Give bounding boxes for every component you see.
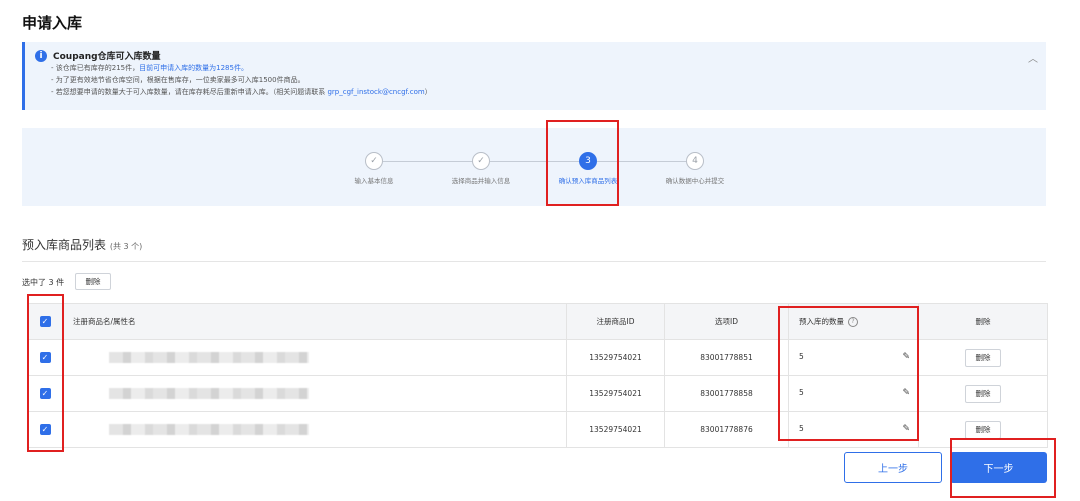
column-header-delete: 删除: [918, 303, 1048, 340]
page-title: 申请入库: [22, 14, 83, 32]
step-connector: [383, 161, 481, 162]
option-id-cell: 83001778858: [664, 375, 789, 412]
notice-line: - 为了更有效地节省仓库空间，根据在售库存，一位卖家最多可入库1500件商品。: [51, 75, 305, 85]
row-delete-button[interactable]: 删除: [965, 420, 1001, 439]
table-row: ✓ 13529754021 83001778876 5 ✎ 删除: [27, 411, 1048, 448]
notice-line: - 若您想要申请的数量大于可入库数量，请在库存耗尽后重新申请入库。（相关问题请联…: [51, 87, 432, 97]
table-row: ✓ 13529754021 83001778851 5 ✎ 删除: [27, 339, 1048, 376]
step-4-label: 确认数据中心并提交: [665, 177, 725, 185]
notice-line-text: - 该仓库已有库存的215件，: [51, 64, 140, 72]
step-1-check-icon: ✓: [365, 152, 383, 170]
product-id-cell: 13529754021: [566, 411, 665, 448]
table-header-row: ✓ 注册商品名/属性名 注册商品ID 选项ID 预入库的数量? 删除: [27, 303, 1048, 340]
chevron-up-icon[interactable]: ︿: [1028, 50, 1038, 65]
row-checkbox[interactable]: ✓: [39, 388, 51, 399]
selected-count: 选中了 3 件: [22, 278, 65, 287]
next-step-button[interactable]: 下一步: [950, 452, 1047, 483]
step-4-marker: 4: [686, 152, 704, 170]
section-title-text: 预入库商品列表: [22, 238, 107, 252]
product-table: ✓ 注册商品名/属性名 注册商品ID 选项ID 预入库的数量? 删除 ✓ 135…: [27, 303, 1048, 448]
pencil-icon[interactable]: ✎: [902, 388, 910, 398]
notice-line-text: - 为了更有效地节省仓库空间，根据在售库存，一位卖家最多可入库1500件商品。: [51, 76, 305, 84]
delete-cell: 删除: [918, 375, 1048, 412]
pencil-icon[interactable]: ✎: [902, 352, 910, 362]
section-count: (共 3 个): [109, 242, 143, 251]
product-id-cell: 13529754021: [566, 339, 665, 376]
contact-email-link[interactable]: grp_cgf_instock@cncgf.com: [327, 88, 424, 96]
product-id-cell: 13529754021: [566, 375, 665, 412]
product-name-cell: [62, 411, 567, 448]
column-header-name: 注册商品名/属性名: [62, 303, 567, 340]
column-header-product-id: 注册商品ID: [566, 303, 665, 340]
select-all-checkbox[interactable]: ✓: [39, 316, 51, 327]
quantity-header-text: 预入库的数量: [799, 317, 844, 326]
blurred-product-name: [109, 352, 309, 363]
info-icon: i: [35, 50, 47, 62]
product-name-cell: [62, 375, 567, 412]
help-icon[interactable]: ?: [848, 317, 858, 327]
notice-line: - 该仓库已有库存的215件，目前可申请入库的数量为1285件。: [51, 63, 248, 73]
bulk-delete-button[interactable]: 删除: [75, 273, 111, 290]
quantity-value: 5: [799, 352, 804, 361]
row-delete-button[interactable]: 删除: [965, 384, 1001, 403]
notice-line-highlight: 目前可申请入库的数量为1285件。: [139, 64, 248, 72]
row-checkbox-cell[interactable]: ✓: [27, 375, 63, 412]
quantity-value: 5: [799, 388, 804, 397]
row-delete-button[interactable]: 删除: [965, 348, 1001, 367]
notice-line-text: ）: [424, 88, 432, 96]
notice-title: Coupang仓库可入库数量: [53, 52, 161, 62]
blurred-product-name: [109, 424, 309, 435]
step-3-marker: 3: [579, 152, 597, 170]
step-2-label: 选择商品并输入信息: [451, 177, 511, 185]
blurred-product-name: [109, 388, 309, 399]
row-checkbox[interactable]: ✓: [39, 352, 51, 363]
option-id-cell: 83001778851: [664, 339, 789, 376]
pencil-icon[interactable]: ✎: [902, 424, 910, 434]
column-header-quantity: 预入库的数量?: [788, 303, 919, 340]
step-3-label: 确认预入库商品列表: [558, 177, 618, 185]
column-header-option-id: 选项ID: [664, 303, 789, 340]
quantity-cell[interactable]: 5 ✎: [788, 411, 919, 448]
step-connector: [490, 161, 588, 162]
step-indicator: ✓ 输入基本信息 ✓ 选择商品并输入信息 3 确认预入库商品列表 4 确认数据中…: [22, 128, 1046, 206]
step-connector: [597, 161, 695, 162]
row-checkbox-cell[interactable]: ✓: [27, 411, 63, 448]
select-all-cell[interactable]: ✓: [27, 303, 63, 340]
delete-cell: 删除: [918, 339, 1048, 376]
quantity-cell[interactable]: 5 ✎: [788, 375, 919, 412]
quantity-value: 5: [799, 424, 804, 433]
previous-step-button[interactable]: 上一步: [844, 452, 942, 483]
quantity-cell[interactable]: 5 ✎: [788, 339, 919, 376]
step-1-label: 输入基本信息: [354, 177, 394, 185]
product-name-cell: [62, 339, 567, 376]
notice-line-text: - 若您想要申请的数量大于可入库数量，请在库存耗尽后重新申请入库。（相关问题请联…: [51, 88, 328, 96]
divider: [22, 261, 1046, 262]
option-id-cell: 83001778876: [664, 411, 789, 448]
table-row: ✓ 13529754021 83001778858 5 ✎ 删除: [27, 375, 1048, 412]
delete-cell: 删除: [918, 411, 1048, 448]
inventory-notice: i Coupang仓库可入库数量 - 该仓库已有库存的215件，目前可申请入库的…: [22, 42, 1046, 110]
step-2-check-icon: ✓: [472, 152, 490, 170]
row-checkbox[interactable]: ✓: [39, 424, 51, 435]
section-title: 预入库商品列表 (共 3 个): [22, 236, 142, 253]
row-checkbox-cell[interactable]: ✓: [27, 339, 63, 376]
